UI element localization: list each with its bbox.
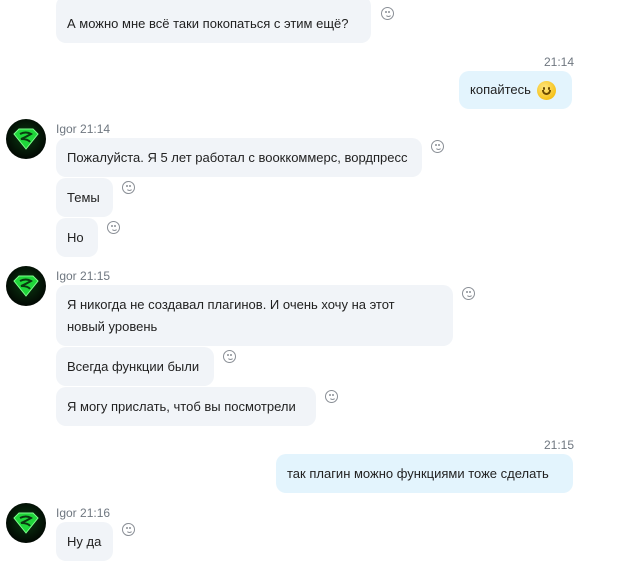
avatar[interactable] <box>6 119 46 159</box>
message-text: так плагин можно функциями тоже сделать <box>287 465 549 481</box>
message-bubble[interactable]: Я могу прислать, чтоб вы посмотрели <box>56 387 316 426</box>
message-text: Я никогда не создавал плагинов. И очень … <box>67 297 395 334</box>
message-text: Всегда функции были <box>67 358 200 374</box>
message-time: 21:15 <box>80 269 111 283</box>
message-bubble[interactable]: А можно мне всё таки покопаться с этим е… <box>56 0 371 43</box>
sender-name: Igor <box>56 506 77 520</box>
message-bubble[interactable]: Всегда функции были <box>56 347 214 386</box>
reaction-smiley-icon[interactable] <box>122 181 135 194</box>
smiling-face-emoji-icon <box>536 80 556 100</box>
message-bubble[interactable]: Я никогда не создавал плагинов. И очень … <box>56 285 453 346</box>
reaction-smiley-icon[interactable] <box>122 523 135 536</box>
message-time: 21:14 <box>80 122 111 136</box>
avatar[interactable] <box>6 503 46 543</box>
message-text: Ну да <box>67 533 102 549</box>
superman-logo-icon <box>13 512 39 534</box>
message-bubble[interactable]: Ну да <box>56 522 113 561</box>
message-text: Я могу прислать, чтоб вы посмотрели <box>67 398 296 414</box>
sender-name: Igor <box>56 122 77 136</box>
message-time: 21:16 <box>80 506 111 520</box>
message-bubble-outgoing[interactable]: копайтесь <box>459 71 572 109</box>
superman-logo-icon <box>13 128 39 150</box>
message-bubble[interactable]: Пожалуйста. Я 5 лет работал с вооккоммер… <box>56 138 422 177</box>
superman-logo-icon <box>13 275 39 297</box>
message-bubble[interactable]: Но <box>56 218 98 257</box>
sender-line: Igor 21:14 <box>56 122 110 136</box>
message-text: Темы <box>67 189 100 205</box>
reaction-smiley-icon[interactable] <box>381 7 394 20</box>
sender-line: Igor 21:15 <box>56 269 110 283</box>
avatar[interactable] <box>6 266 46 306</box>
sender-line: Igor 21:16 <box>56 506 110 520</box>
message-bubble[interactable]: Темы <box>56 178 113 217</box>
message-text: А можно мне всё таки покопаться с этим е… <box>67 15 349 31</box>
message-text: копайтесь <box>470 82 531 97</box>
message-time: 21:14 <box>544 55 575 69</box>
reaction-smiley-icon[interactable] <box>223 350 236 363</box>
reaction-smiley-icon[interactable] <box>431 140 444 153</box>
message-text: Но <box>67 229 84 245</box>
reaction-smiley-icon[interactable] <box>107 221 120 234</box>
message-time: 21:15 <box>544 438 575 452</box>
reaction-smiley-icon[interactable] <box>462 287 475 300</box>
message-bubble-outgoing[interactable]: так плагин можно функциями тоже сделать <box>276 454 573 493</box>
message-text: Пожалуйста. Я 5 лет работал с вооккоммер… <box>67 149 408 165</box>
reaction-smiley-icon[interactable] <box>325 390 338 403</box>
sender-name: Igor <box>56 269 77 283</box>
